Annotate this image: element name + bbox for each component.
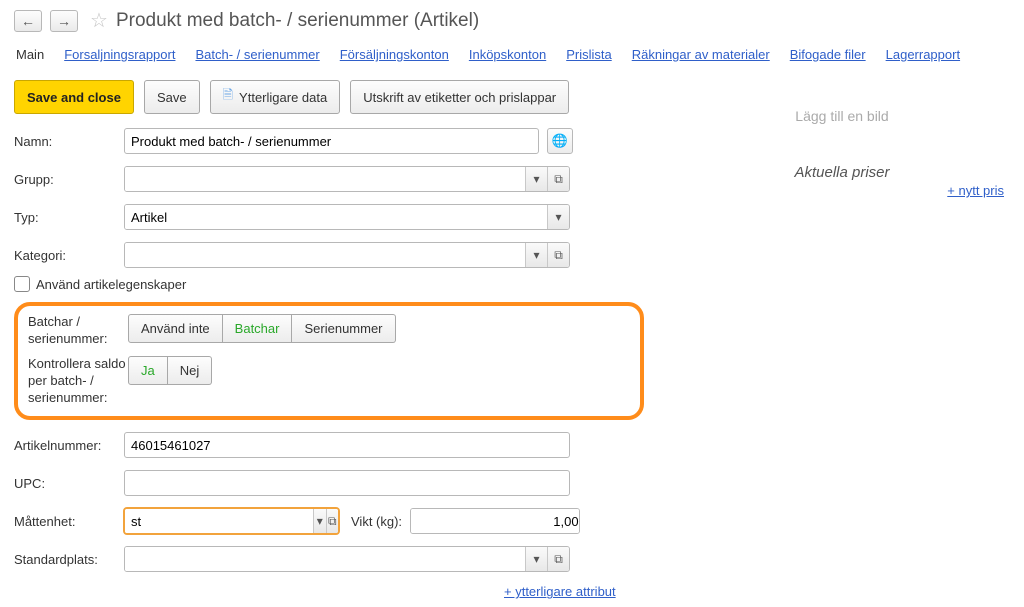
tab-bom[interactable]: Räkningar av materialer — [632, 47, 770, 62]
more-attributes-link[interactable]: + ytterligare attribut — [504, 584, 616, 599]
print-labels-button[interactable]: Utskrift av etiketter och prislappar — [350, 80, 569, 114]
weight-input[interactable] — [411, 509, 580, 533]
category-input[interactable] — [125, 243, 525, 267]
uom-combo[interactable]: ▾ ⧉ — [124, 508, 339, 534]
globe-icon: 🌐 — [552, 133, 568, 149]
batch-opt-serials[interactable]: Serienummer — [292, 314, 395, 343]
tabs-bar: Main Forsaljningsrapport Batch- / serien… — [14, 43, 1010, 70]
balance-yes[interactable]: Ja — [128, 356, 168, 385]
page-title: Produkt med batch- / serienummer (Artike… — [116, 10, 479, 32]
group-dropdown[interactable]: ▾ — [525, 167, 547, 191]
tab-main[interactable]: Main — [16, 47, 44, 62]
label-name: Namn: — [14, 134, 124, 149]
default-location-input[interactable] — [125, 547, 525, 571]
tab-attachments[interactable]: Bifogade filer — [790, 47, 866, 62]
category-open[interactable]: ⧉ — [547, 243, 569, 267]
balance-no[interactable]: Nej — [168, 356, 213, 385]
default-location-dropdown[interactable]: ▾ — [525, 547, 547, 571]
use-properties-checkbox[interactable] — [14, 276, 30, 292]
type-input[interactable] — [125, 205, 547, 229]
prices-title: Aktuella priser — [794, 164, 889, 181]
extra-data-label: Ytterligare data — [239, 90, 327, 105]
tab-sales-report[interactable]: Forsaljningsrapport — [64, 47, 175, 62]
batch-opt-none[interactable]: Använd inte — [128, 314, 223, 343]
category-combo[interactable]: ▾ ⧉ — [124, 242, 570, 268]
name-input[interactable] — [124, 128, 539, 154]
label-upc: UPC: — [14, 476, 124, 491]
group-open[interactable]: ⧉ — [547, 167, 569, 191]
translate-button[interactable]: 🌐 — [547, 128, 573, 154]
label-balance: Kontrollera saldo per batch- / serienumm… — [28, 356, 128, 407]
new-price-link[interactable]: + nytt pris — [947, 183, 1004, 198]
save-and-close-button[interactable]: Save and close — [14, 80, 134, 114]
default-location-combo[interactable]: ▾ ⧉ — [124, 546, 570, 572]
add-image-placeholder[interactable]: Lägg till en bild — [795, 108, 888, 124]
favorite-star-icon[interactable]: ☆ — [90, 8, 108, 33]
extra-data-button[interactable]: 🗎 Ytterligare data — [210, 80, 341, 114]
label-article-no: Artikelnummer: — [14, 438, 124, 453]
default-location-open[interactable]: ⧉ — [547, 547, 569, 571]
label-weight: Vikt (kg): — [351, 514, 402, 529]
document-icon: 🗎 — [223, 86, 233, 108]
label-batch-serial: Batchar / serienummer: — [28, 314, 128, 348]
type-combo[interactable]: ▾ — [124, 204, 570, 230]
batch-serial-highlight: Batchar / serienummer: Använd inte Batch… — [14, 302, 644, 420]
group-combo[interactable]: ▾ ⧉ — [124, 166, 570, 192]
forward-button[interactable]: → — [50, 10, 78, 32]
label-uom: Måttenhet: — [14, 514, 124, 529]
batch-opt-batches[interactable]: Batchar — [223, 314, 293, 343]
balance-toggle: Ja Nej — [128, 356, 212, 385]
label-type: Typ: — [14, 210, 124, 225]
save-button[interactable]: Save — [144, 80, 200, 114]
tab-purchase-accounts[interactable]: Inköpskonton — [469, 47, 546, 62]
tab-stock-report[interactable]: Lagerrapport — [886, 47, 960, 62]
label-category: Kategori: — [14, 248, 124, 263]
back-button[interactable]: ← — [14, 10, 42, 32]
label-group: Grupp: — [14, 172, 124, 187]
tab-pricelist[interactable]: Prislista — [566, 47, 612, 62]
group-input[interactable] — [125, 167, 525, 191]
uom-open[interactable]: ⧉ — [326, 509, 339, 533]
use-properties-label: Använd artikelegenskaper — [36, 277, 186, 292]
uom-dropdown[interactable]: ▾ — [313, 509, 326, 533]
tab-batch-serial[interactable]: Batch- / serienummer — [195, 47, 319, 62]
article-no-input[interactable] — [124, 432, 570, 458]
batch-serial-toggle: Använd inte Batchar Serienummer — [128, 314, 396, 343]
uom-input[interactable] — [125, 509, 313, 533]
label-default-location: Standardplats: — [14, 552, 124, 567]
tab-sales-accounts[interactable]: Försäljningskonton — [340, 47, 449, 62]
type-dropdown[interactable]: ▾ — [547, 205, 569, 229]
upc-input[interactable] — [124, 470, 570, 496]
weight-field[interactable]: ▦ — [410, 508, 580, 534]
category-dropdown[interactable]: ▾ — [525, 243, 547, 267]
